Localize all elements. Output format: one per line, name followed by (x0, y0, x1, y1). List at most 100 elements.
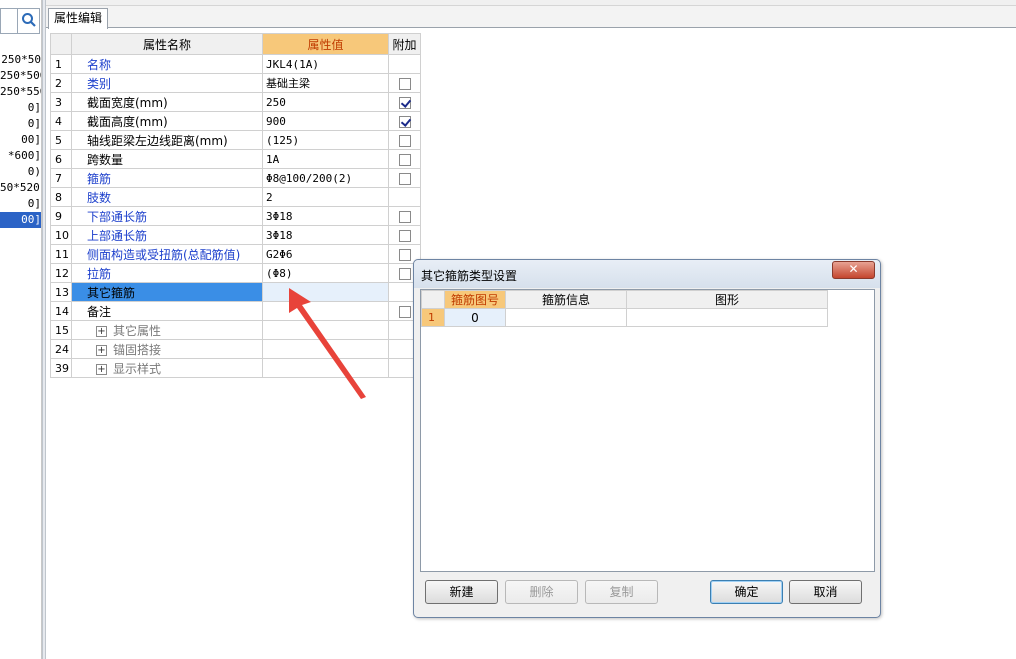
ok-button[interactable]: 确定 (710, 580, 783, 604)
left-search-input[interactable] (1, 9, 18, 33)
extra-checkbox[interactable] (398, 248, 411, 261)
property-value[interactable]: 900 (262, 111, 389, 131)
table-row[interactable]: 2 类别 基础主梁 (50, 73, 421, 93)
cell-stirrup-code[interactable]: 0 (444, 308, 506, 327)
property-value[interactable]: 基础主梁 (262, 73, 389, 93)
property-name[interactable]: 截面高度(mm) (71, 111, 263, 131)
header-value[interactable]: 属性值 (262, 33, 389, 55)
row-number: 2 (50, 73, 72, 93)
table-row[interactable]: 12 拉筋 (Φ8) (50, 263, 421, 283)
property-name[interactable]: 跨数量 (71, 149, 263, 169)
extra-checkbox[interactable] (398, 305, 411, 318)
cancel-button[interactable]: 取消 (789, 580, 862, 604)
property-value[interactable]: 250 (262, 92, 389, 112)
list-item[interactable]: 0) (0, 164, 41, 180)
list-item[interactable]: 250*50 (0, 52, 41, 68)
extra-checkbox[interactable] (398, 267, 411, 280)
extra-checkbox[interactable] (398, 229, 411, 242)
list-item[interactable]: 00] (0, 212, 41, 228)
header-name[interactable]: 属性名称 (71, 33, 263, 55)
row-number: 39 (50, 358, 72, 378)
copy-button[interactable]: 复制 (585, 580, 658, 604)
property-value[interactable]: Φ8@100/200(2) (262, 168, 389, 188)
property-name[interactable]: 名称 (71, 54, 263, 74)
list-item[interactable]: 250*550 (0, 84, 41, 100)
list-item[interactable]: 0] (0, 196, 41, 212)
table-row[interactable]: 8 肢数 2 (50, 187, 421, 207)
row-number: 3 (50, 92, 72, 112)
plus-box-icon[interactable]: + (96, 325, 107, 337)
property-value[interactable]: 1A (262, 149, 389, 169)
table-row[interactable]: 3 截面宽度(mm) 250 (50, 92, 421, 112)
plus-box-icon[interactable]: + (96, 344, 107, 356)
property-name[interactable]: 其它箍筋 (71, 282, 263, 302)
row-number: 7 (50, 168, 72, 188)
tab-bar: 属性编辑 (46, 6, 1016, 29)
property-name[interactable]: 箍筋 (71, 168, 263, 188)
row-number: 9 (50, 206, 72, 226)
cell-stirrup-info[interactable] (505, 308, 627, 327)
property-name[interactable]: 类别 (71, 73, 263, 93)
dialog-footer: 新建 删除 复制 确定 取消 (414, 573, 880, 617)
property-value[interactable]: (Φ8) (262, 263, 389, 283)
table-row[interactable]: 4 截面高度(mm) 900 (50, 111, 421, 131)
search-icon[interactable] (21, 12, 37, 28)
extra-checkbox[interactable] (398, 153, 411, 166)
header-corner (50, 33, 72, 55)
cell-stirrup-shape[interactable] (626, 308, 828, 327)
list-item[interactable]: 250*500 (0, 68, 41, 84)
table-row[interactable]: 9 下部通长筋 3Φ18 (50, 206, 421, 226)
plus-box-icon[interactable]: + (96, 363, 107, 375)
list-item[interactable]: 50*520] (0, 180, 41, 196)
property-value[interactable]: 3Φ18 (262, 225, 389, 245)
table-row[interactable]: 11 侧面构造或受扭筋(总配筋值) G2Φ6 (50, 244, 421, 264)
row-number: 1 (421, 308, 445, 327)
property-name[interactable]: 下部通长筋 (71, 206, 263, 226)
delete-button[interactable]: 删除 (505, 580, 578, 604)
property-name[interactable]: 轴线距梁左边线距离(mm) (71, 130, 263, 150)
list-item[interactable]: 0] (0, 116, 41, 132)
col-stirrup-info[interactable]: 箍筋信息 (505, 290, 627, 309)
extra-checkbox[interactable] (398, 134, 411, 147)
dialog-title-bar[interactable]: 其它箍筋类型设置 ✕ (414, 260, 880, 288)
group-name[interactable]: + 锚固搭接 (71, 339, 263, 359)
group-name[interactable]: + 其它属性 (71, 320, 263, 340)
tab-property-edit[interactable]: 属性编辑 (48, 8, 109, 29)
group-name[interactable]: + 显示样式 (71, 358, 263, 378)
col-stirrup-code[interactable]: 箍筋图号 (444, 290, 506, 309)
property-name[interactable]: 拉筋 (71, 263, 263, 283)
table-row[interactable]: 5 轴线距梁左边线距离(mm) (125) (50, 130, 421, 150)
property-value[interactable]: JKL4(1A) (262, 54, 389, 74)
property-name[interactable]: 肢数 (71, 187, 263, 207)
row-number: 24 (50, 339, 72, 359)
extra-checkbox[interactable] (398, 172, 411, 185)
property-value[interactable]: G2Φ6 (262, 244, 389, 264)
close-button[interactable]: ✕ (832, 261, 875, 279)
property-name[interactable]: 侧面构造或受扭筋(总配筋值) (71, 244, 263, 264)
left-search-box[interactable] (0, 8, 40, 34)
list-item[interactable]: *600] (0, 148, 41, 164)
property-value[interactable]: 3Φ18 (262, 206, 389, 226)
list-item[interactable]: 00] (0, 132, 41, 148)
extra-cell (388, 73, 421, 93)
property-value[interactable]: 2 (262, 187, 389, 207)
extra-checkbox[interactable] (398, 96, 411, 109)
table-row[interactable]: 7 箍筋 Φ8@100/200(2) (50, 168, 421, 188)
list-item[interactable]: 0] (0, 100, 41, 116)
extra-checkbox[interactable] (398, 210, 411, 223)
property-name[interactable]: 截面宽度(mm) (71, 92, 263, 112)
extra-cell (388, 149, 421, 169)
property-name[interactable]: 备注 (71, 301, 263, 321)
property-value[interactable]: (125) (262, 130, 389, 150)
extra-checkbox[interactable] (398, 115, 411, 128)
property-name[interactable]: 上部通长筋 (71, 225, 263, 245)
table-row[interactable]: 1 0 (421, 308, 828, 327)
table-row[interactable]: 10 上部通长筋 3Φ18 (50, 225, 421, 245)
table-row[interactable]: 6 跨数量 1A (50, 149, 421, 169)
table-row[interactable]: 1 名称 JKL4(1A) (50, 54, 421, 74)
extra-checkbox[interactable] (398, 77, 411, 90)
panel-splitter[interactable] (42, 0, 46, 659)
col-stirrup-shape[interactable]: 图形 (626, 290, 828, 309)
new-button[interactable]: 新建 (425, 580, 498, 604)
header-extra[interactable]: 附加 (388, 33, 421, 55)
